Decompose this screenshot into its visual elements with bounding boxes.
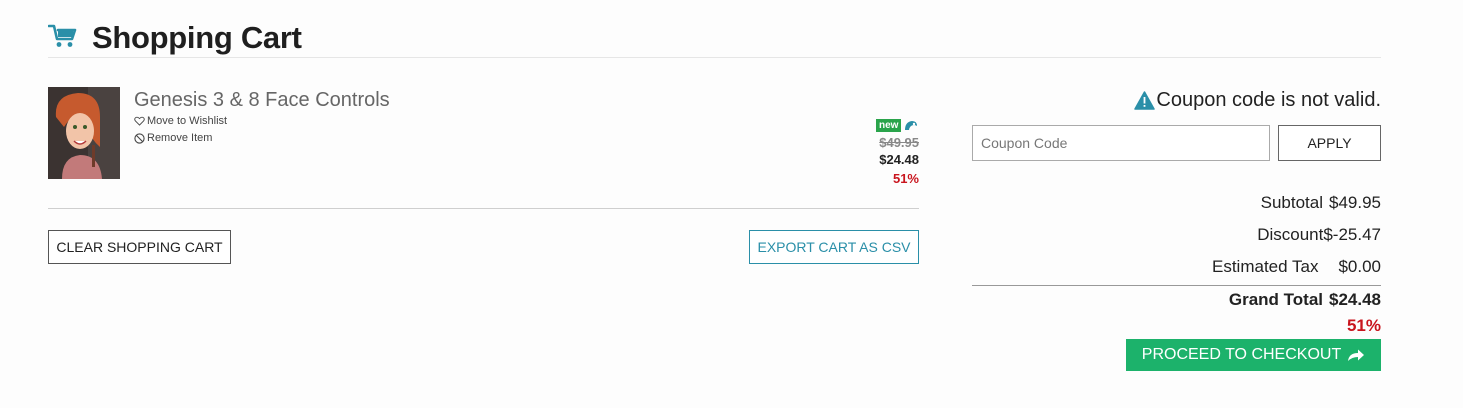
subtotal-value: $49.95 [1329,193,1381,212]
share-arrow-icon [1348,349,1365,361]
tax-value: $0.00 [1338,257,1381,276]
cart-divider [48,208,919,209]
grand-total-percent: 51% [1346,316,1381,335]
product-title[interactable]: Genesis 3 & 8 Face Controls [134,88,390,112]
summary-divider [972,285,1381,286]
discount-value: $-25.47 [1323,225,1381,244]
original-price: $49.95 [879,135,919,150]
product-thumbnail[interactable] [48,87,120,179]
new-badge: new [876,119,902,132]
genesis-figure-icon [905,121,918,130]
clear-cart-button[interactable]: CLEAR SHOPPING CART [48,230,231,264]
export-csv-button[interactable]: EXPORT CART AS CSV [749,230,919,264]
product-badges: new [876,119,918,132]
ban-icon [134,132,145,144]
move-to-wishlist-link[interactable]: Move to Wishlist [134,114,227,128]
warning-icon [1134,90,1156,110]
page-title: Shopping Cart [92,20,302,55]
subtotal-label: Subtotal [1260,193,1323,212]
grand-total-row: Grand Total $24.48 [1229,289,1381,311]
apply-coupon-button[interactable]: APPLY [1278,125,1381,161]
coupon-error-message: Coupon code is not valid. [1134,88,1381,112]
sale-price: $24.48 [879,152,919,167]
header-divider [48,57,1381,58]
coupon-code-input[interactable] [972,125,1270,161]
checkout-button[interactable]: PROCEED TO CHECKOUT [1126,339,1381,371]
discount-label: Discount [1257,225,1324,244]
discount-row: Discount $-25.47 [1257,224,1381,246]
heart-icon [134,116,145,126]
subtotal-row: Subtotal $49.95 [1261,192,1381,214]
remove-item-label: Remove Item [147,132,213,144]
checkout-label: PROCEED TO CHECKOUT [1141,346,1342,363]
remove-item-link[interactable]: Remove Item [134,131,212,145]
tax-row: Estimated Tax $0.00 [1212,256,1381,278]
grand-total-label: Grand Total [1228,290,1323,309]
grand-total-value: $24.48 [1329,290,1381,309]
move-to-wishlist-label: Move to Wishlist [147,115,228,127]
coupon-error-text: Coupon code is not valid. [1156,89,1381,111]
cart-icon [48,24,77,47]
tax-label: Estimated Tax [1211,257,1319,276]
discount-percent: 51% [892,171,919,186]
